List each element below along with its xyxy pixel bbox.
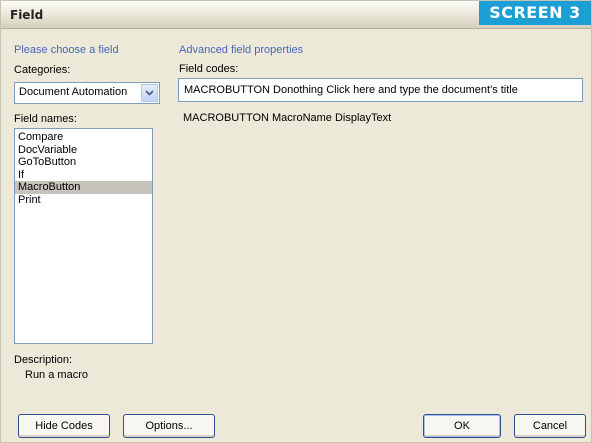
field-dialog: Field SCREEN 3 Please choose a field Cat… [0, 0, 592, 443]
hide-codes-button[interactable]: Hide Codes [18, 414, 110, 438]
categories-label: Categories: [14, 64, 71, 76]
advanced-properties-header: Advanced field properties [179, 44, 304, 56]
title-bar: Field SCREEN 3 [1, 1, 591, 29]
chevron-down-icon[interactable] [141, 84, 158, 102]
list-item[interactable]: Compare [15, 131, 152, 144]
list-item[interactable]: DocVariable [15, 144, 152, 157]
description-value: Run a macro [25, 369, 88, 381]
cancel-button[interactable]: Cancel [514, 414, 586, 438]
list-item[interactable]: If [15, 169, 152, 182]
description-label: Description: [14, 354, 73, 366]
list-item-selected[interactable]: MacroButton [15, 181, 152, 194]
field-names-list[interactable]: Compare DocVariable GoToButton If MacroB… [14, 128, 153, 344]
field-names-label: Field names: [14, 113, 77, 125]
categories-dropdown[interactable]: Document Automation [14, 82, 160, 104]
list-item[interactable]: Print [15, 194, 152, 207]
list-item[interactable]: GoToButton [15, 156, 152, 169]
dialog-title: Field [10, 8, 44, 22]
categories-value: Document Automation [19, 86, 128, 98]
options-button[interactable]: Options... [123, 414, 215, 438]
choose-field-header: Please choose a field [14, 44, 119, 56]
ok-button[interactable]: OK [423, 414, 501, 438]
screen-badge: SCREEN 3 [479, 1, 591, 25]
field-codes-value: MACROBUTTON Donothing Click here and typ… [184, 84, 518, 96]
field-syntax: MACROBUTTON MacroName DisplayText [183, 112, 392, 124]
field-codes-label: Field codes: [179, 63, 239, 75]
field-codes-input[interactable]: MACROBUTTON Donothing Click here and typ… [178, 78, 583, 102]
